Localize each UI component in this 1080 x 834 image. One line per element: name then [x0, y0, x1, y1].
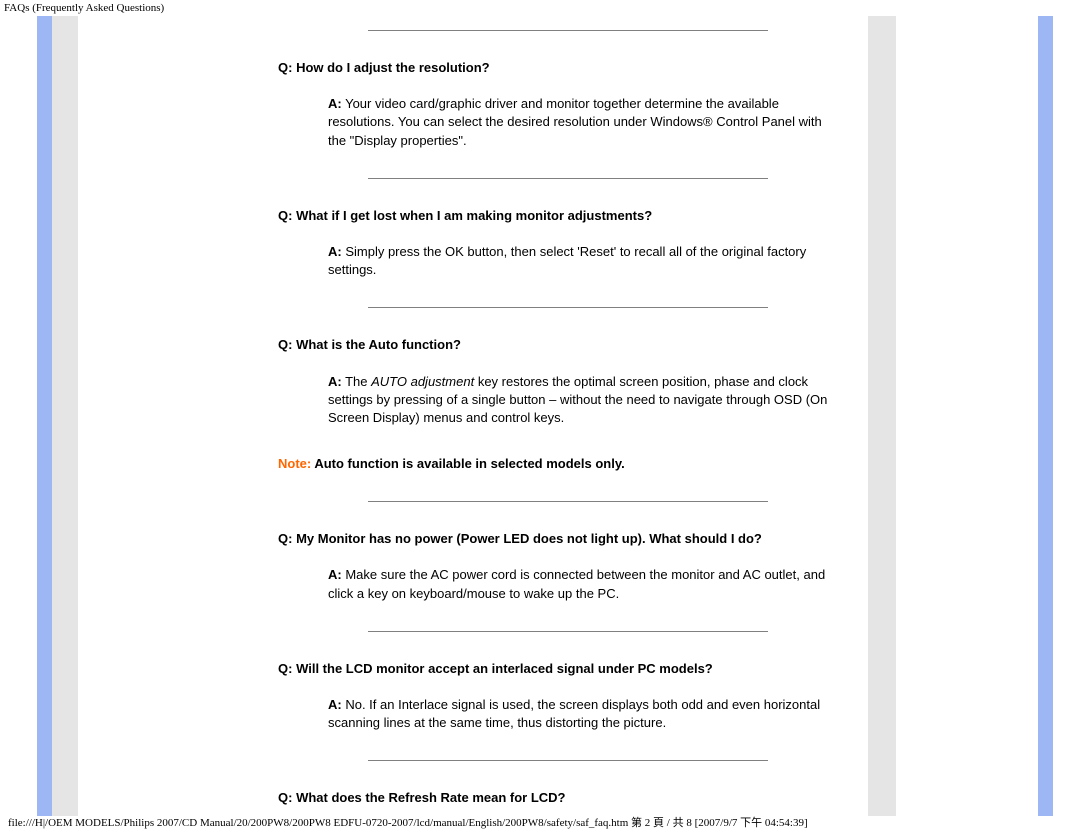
- divider: [368, 307, 768, 308]
- faq-answer: A: Make sure the AC power cord is connec…: [328, 566, 838, 602]
- faq-question: Q: What is the Auto function?: [278, 336, 838, 354]
- divider: [368, 760, 768, 761]
- q-text: My Monitor has no power (Power LED does …: [292, 531, 761, 546]
- a-text: No. If an Interlace signal is used, the …: [328, 697, 820, 730]
- faq-answer: A: No. If an Interlace signal is used, t…: [328, 696, 838, 732]
- q-text: Will the LCD monitor accept an interlace…: [292, 661, 712, 676]
- right-stripe: [1038, 16, 1053, 816]
- a-prefix: A:: [328, 697, 342, 712]
- faq-answer: A: Simply press the OK button, then sele…: [328, 243, 838, 279]
- a-prefix: A:: [328, 374, 342, 389]
- faq-question: Q: What does the Refresh Rate mean for L…: [278, 789, 838, 807]
- a-prefix: A:: [328, 96, 342, 111]
- right-pad: [868, 16, 896, 816]
- q-text: What does the Refresh Rate mean for LCD?: [292, 790, 565, 805]
- right-pad2: [896, 16, 1038, 816]
- left-pad: [52, 16, 78, 816]
- faq-answer: A: The AUTO adjustment key restores the …: [328, 373, 838, 428]
- a-prefix: A:: [328, 244, 342, 259]
- q-text: How do I adjust the resolution?: [292, 60, 489, 75]
- a-text-italic: AUTO adjustment: [371, 374, 474, 389]
- q-text: What is the Auto function?: [292, 337, 461, 352]
- right-gutter: [1053, 16, 1080, 816]
- a-text-pre: The: [342, 374, 371, 389]
- q-prefix: Q:: [278, 790, 292, 805]
- page-header-title: FAQs (Frequently Asked Questions): [0, 0, 1080, 16]
- divider: [368, 631, 768, 632]
- faq-question: Q: Will the LCD monitor accept an interl…: [278, 660, 838, 678]
- q-prefix: Q:: [278, 531, 292, 546]
- faq-question: Q: How do I adjust the resolution?: [278, 59, 838, 77]
- note-prefix: Note:: [278, 456, 311, 471]
- a-text: Make sure the AC power cord is connected…: [328, 567, 825, 600]
- q-prefix: Q:: [278, 337, 292, 352]
- q-prefix: Q:: [278, 661, 292, 676]
- left-gutter: [0, 16, 37, 816]
- q-prefix: Q:: [278, 208, 292, 223]
- q-prefix: Q:: [278, 60, 292, 75]
- divider: [368, 501, 768, 502]
- a-text: Simply press the OK button, then select …: [328, 244, 806, 277]
- note-text: Auto function is available in selected m…: [311, 456, 625, 471]
- a-text: Your video card/graphic driver and monit…: [328, 96, 822, 147]
- content-wrap: Q: How do I adjust the resolution? A: Yo…: [78, 16, 868, 816]
- faq-answer: A: Your video card/graphic driver and mo…: [328, 95, 838, 150]
- left-stripe: [37, 16, 52, 816]
- content: Q: How do I adjust the resolution? A: Yo…: [78, 30, 868, 816]
- divider: [368, 178, 768, 179]
- faq-question: Q: My Monitor has no power (Power LED do…: [278, 530, 838, 548]
- divider: [368, 30, 768, 31]
- a-prefix: A:: [328, 567, 342, 582]
- q-text: What if I get lost when I am making moni…: [292, 208, 652, 223]
- page-body: Q: How do I adjust the resolution? A: Yo…: [0, 16, 1080, 816]
- faq-note: Note: Auto function is available in sele…: [278, 455, 838, 473]
- footer-file-path: file:///H|/OEM MODELS/Philips 2007/CD Ma…: [4, 812, 812, 832]
- faq-question: Q: What if I get lost when I am making m…: [278, 207, 838, 225]
